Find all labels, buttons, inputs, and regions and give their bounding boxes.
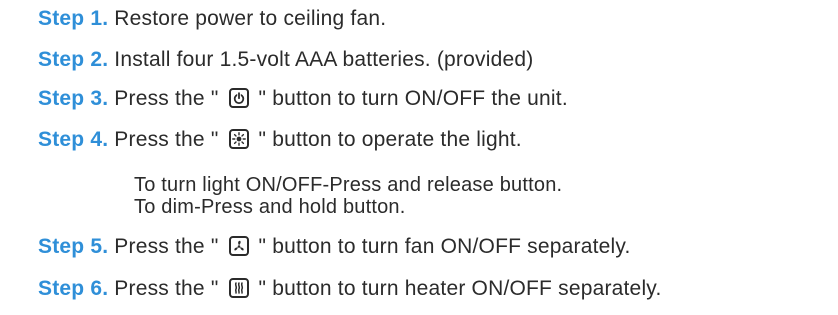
step-2-label: Step 2.: [38, 48, 109, 71]
step-5-text-before: Press the ": [108, 235, 219, 258]
step-3-label: Step 3.: [38, 87, 109, 110]
step-6-text-before: Press the ": [108, 277, 219, 300]
step-1-label: Step 1.: [38, 7, 109, 30]
light-icon: [228, 129, 249, 149]
step-3-text-after: " button to turn ON/OFF the unit.: [258, 87, 568, 110]
step-3-text-before: Press the ": [108, 87, 219, 110]
step-4-text-before: Press the ": [108, 128, 219, 151]
step-5: Step 5. Press the " " button to turn fan…: [38, 234, 631, 260]
fan-icon: [228, 236, 249, 256]
step-1: Step 1. Restore power to ceiling fan.: [38, 6, 386, 32]
heater-icon: [228, 278, 249, 298]
step-6: Step 6. Press the " " button to turn hea…: [38, 276, 661, 302]
step-6-label: Step 6.: [38, 277, 109, 300]
step-2-text: Install four 1.5-volt AAA batteries. (pr…: [108, 48, 534, 71]
step-5-label: Step 5.: [38, 235, 109, 258]
light-note-1: To turn light ON/OFF-Press and release b…: [134, 174, 563, 196]
step-1-text: Restore power to ceiling fan.: [108, 7, 387, 30]
light-note-2: To dim-Press and hold button.: [134, 196, 406, 218]
step-2: Step 2. Install four 1.5-volt AAA batter…: [38, 47, 533, 73]
step-5-text-after: " button to turn fan ON/OFF separately.: [258, 235, 631, 258]
step-3: Step 3. Press the " " button to turn ON/…: [38, 86, 568, 112]
step-4-label: Step 4.: [38, 128, 109, 151]
step-4-text-after: " button to operate the light.: [258, 128, 522, 151]
step-6-text-after: " button to turn heater ON/OFF separatel…: [258, 277, 662, 300]
power-icon: [228, 88, 249, 108]
step-4: Step 4. Press the " " button to operate …: [38, 127, 522, 153]
